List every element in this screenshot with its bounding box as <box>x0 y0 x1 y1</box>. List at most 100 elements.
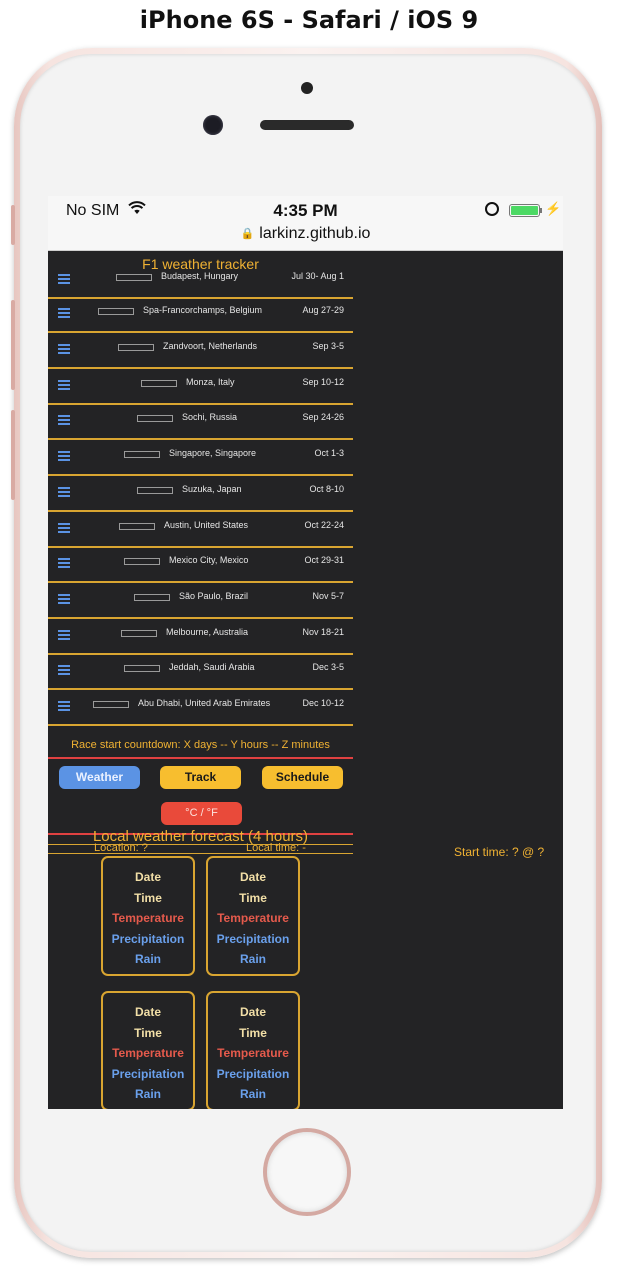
menu-icon[interactable] <box>58 451 70 461</box>
card-rain: Rain <box>239 1087 266 1101</box>
card-time: Time <box>134 1025 162 1040</box>
race-row[interactable]: Budapest, Hungary Jul 30- Aug 1 <box>48 265 353 299</box>
flag-icon <box>119 523 155 530</box>
card-time: Time <box>239 890 267 905</box>
race-dates: Nov 18-21 <box>302 627 344 637</box>
menu-icon[interactable] <box>58 380 70 390</box>
card-temperature: Temperature <box>217 911 289 925</box>
card-rain: Rain <box>134 1087 161 1101</box>
volume-up-button <box>11 300 15 390</box>
menu-icon[interactable] <box>58 665 70 675</box>
race-location: Spa-Francorchamps, Belgium <box>143 305 263 315</box>
menu-icon[interactable] <box>58 308 70 318</box>
race-location: Monza, Italy <box>186 377 235 387</box>
race-location: Suzuka, Japan <box>182 484 242 494</box>
race-dates: Dec 3-5 <box>312 662 344 672</box>
race-row[interactable]: Melbourne, Australia Nov 18-21 <box>48 621 353 655</box>
race-row[interactable]: Mexico City, Mexico Oct 29-31 <box>48 549 353 583</box>
front-camera <box>203 115 223 135</box>
divider <box>48 757 353 759</box>
safari-status-bar: No SIM 4:35 PM ⚡ 🔒 larkinz.github.io <box>48 196 563 251</box>
race-row[interactable]: Zandvoort, Netherlands Sep 3-5 <box>48 335 353 369</box>
flag-icon <box>137 415 173 422</box>
race-location: Mexico City, Mexico <box>169 555 249 565</box>
flag-icon <box>118 344 154 351</box>
menu-icon[interactable] <box>58 523 70 533</box>
flag-icon <box>124 665 160 672</box>
flag-icon <box>124 451 160 458</box>
menu-icon[interactable] <box>58 415 70 425</box>
card-time: Time <box>134 890 162 905</box>
race-dates: Nov 5-7 <box>312 591 344 601</box>
device-caption: iPhone 6S - Safari / iOS 9 <box>139 6 479 34</box>
race-dates: Oct 1-3 <box>314 448 344 458</box>
menu-icon[interactable] <box>58 594 70 604</box>
menu-icon[interactable] <box>58 344 70 354</box>
card-precipitation: Precipitation <box>216 931 290 946</box>
race-location: Singapore, Singapore <box>169 448 257 458</box>
card-rain: Rain <box>239 952 266 966</box>
flag-icon <box>93 701 129 708</box>
menu-icon[interactable] <box>58 630 70 640</box>
race-dates: Sep 24-26 <box>302 412 344 422</box>
url-text: larkinz.github.io <box>259 225 371 242</box>
flag-icon <box>141 380 177 387</box>
card-precipitation: Precipitation <box>111 931 185 946</box>
card-precipitation: Precipitation <box>216 1066 290 1081</box>
card-date: Date <box>134 1005 161 1019</box>
screen: No SIM 4:35 PM ⚡ 🔒 larkinz.github.io F1 w… <box>48 196 563 1109</box>
card-temperature: Temperature <box>217 1046 289 1060</box>
flag-icon <box>134 594 170 601</box>
card-temperature: Temperature <box>112 911 184 925</box>
weather-button[interactable]: Weather <box>59 766 140 789</box>
schedule-button[interactable]: Schedule <box>262 766 343 789</box>
lock-icon: 🔒 <box>240 228 255 240</box>
card-precipitation: Precipitation <box>111 1066 185 1081</box>
unit-toggle-button[interactable]: °C / °F <box>161 802 242 825</box>
menu-icon[interactable] <box>58 487 70 497</box>
menu-icon[interactable] <box>58 558 70 568</box>
race-row[interactable]: Suzuka, Japan Oct 8-10 <box>48 478 353 512</box>
battery-icon <box>509 204 540 217</box>
menu-icon[interactable] <box>58 701 70 711</box>
race-dates: Sep 3-5 <box>312 341 344 351</box>
rotation-lock-icon <box>485 202 499 216</box>
flag-icon <box>98 308 134 315</box>
forecast-card: Date Time Temperature Precipitation Rain <box>206 991 300 1109</box>
track-button[interactable]: Track <box>160 766 241 789</box>
divider <box>48 853 353 854</box>
card-time: Time <box>239 1025 267 1040</box>
address-bar[interactable]: 🔒 larkinz.github.io <box>48 225 563 243</box>
race-location: São Paulo, Brazil <box>179 591 249 601</box>
race-start-time: Start time: ? @ ? <box>454 845 545 859</box>
race-row[interactable]: Monza, Italy Sep 10-12 <box>48 371 353 405</box>
race-row[interactable]: Abu Dhabi, United Arab Emirates Dec 10-1… <box>48 692 353 726</box>
race-row[interactable]: Sochi, Russia Sep 24-26 <box>48 406 353 440</box>
forecast-card: Date Time Temperature Precipitation Rain <box>101 856 195 976</box>
charging-bolt-icon: ⚡ <box>545 201 562 216</box>
battery-tip <box>540 208 542 213</box>
race-location: Zandvoort, Netherlands <box>163 341 258 351</box>
flag-icon <box>121 630 157 637</box>
menu-icon[interactable] <box>58 274 70 284</box>
proximity-sensor <box>301 82 313 94</box>
race-location: Melbourne, Australia <box>166 627 249 637</box>
race-location: Abu Dhabi, United Arab Emirates <box>138 698 271 708</box>
race-location: Budapest, Hungary <box>161 271 239 281</box>
card-date: Date <box>239 1005 266 1019</box>
race-row[interactable]: Jeddah, Saudi Arabia Dec 3-5 <box>48 656 353 690</box>
flag-icon <box>116 274 152 281</box>
race-row[interactable]: Singapore, Singapore Oct 1-3 <box>48 442 353 476</box>
card-date: Date <box>239 870 266 884</box>
race-dates: Dec 10-12 <box>302 698 344 708</box>
race-row[interactable]: Spa-Francorchamps, Belgium Aug 27-29 <box>48 299 353 333</box>
race-dates: Jul 30- Aug 1 <box>291 271 344 281</box>
race-dates: Aug 27-29 <box>302 305 344 315</box>
earpiece-speaker <box>260 120 354 130</box>
race-row[interactable]: São Paulo, Brazil Nov 5-7 <box>48 585 353 619</box>
home-button[interactable] <box>263 1128 351 1216</box>
race-row[interactable]: Austin, United States Oct 22-24 <box>48 514 353 548</box>
race-location: Sochi, Russia <box>182 412 238 422</box>
race-dates: Oct 22-24 <box>304 520 344 530</box>
card-temperature: Temperature <box>112 1046 184 1060</box>
